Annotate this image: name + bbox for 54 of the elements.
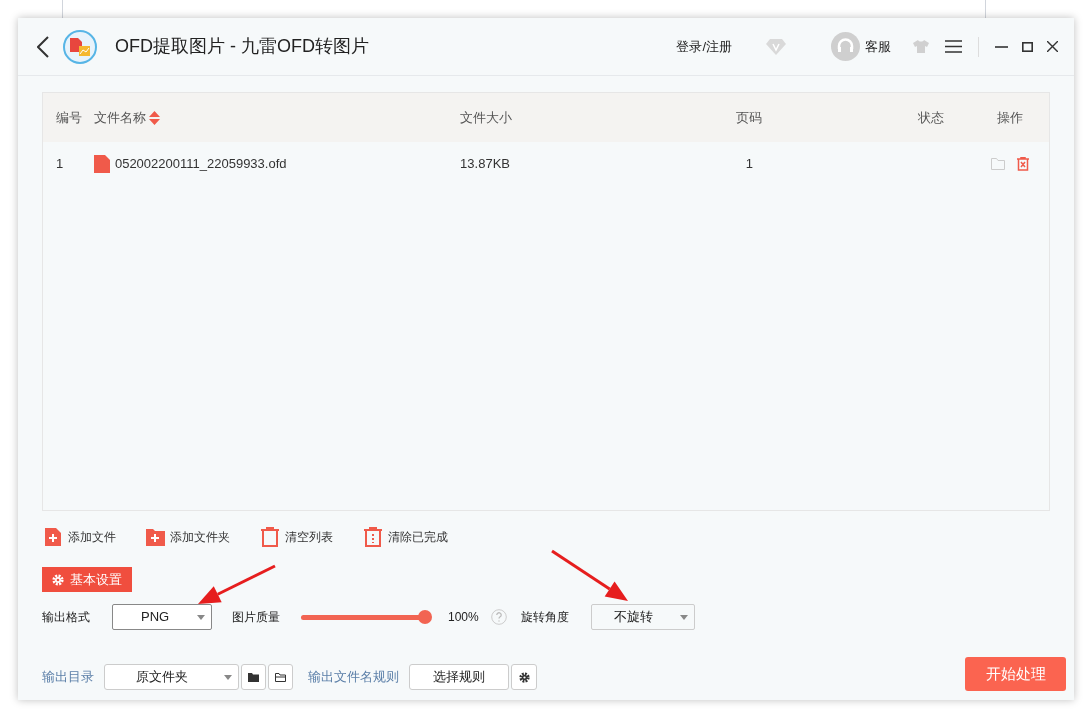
folder-icon <box>275 672 286 682</box>
folder-icon <box>248 672 259 682</box>
login-link[interactable]: 登录/注册 <box>676 36 732 57</box>
slider-thumb[interactable] <box>418 610 432 624</box>
table-row[interactable]: 1 052002200111_22059933.ofd 13.87KB 1 <box>43 142 1049 186</box>
app-logo-icon <box>63 29 97 64</box>
column-header: 编号 <box>56 108 82 127</box>
column-header: 状态 <box>918 108 945 127</box>
back-icon[interactable] <box>37 35 49 58</box>
menu-icon[interactable] <box>945 40 962 53</box>
output-dir-label: 输出目录 <box>42 668 95 687</box>
toolbar-button[interactable]: 清空列表 <box>260 527 333 547</box>
rotation-label: 旋转角度 <box>520 609 569 626</box>
quality-slider[interactable] <box>301 610 432 624</box>
row-number: 1 <box>56 156 64 172</box>
rule-settings-button[interactable] <box>511 664 537 690</box>
support-link[interactable]: 客服 <box>865 36 891 57</box>
caret-icon <box>197 614 205 620</box>
close-icon[interactable] <box>1047 41 1058 52</box>
sort-icon[interactable] <box>148 110 160 125</box>
column-header[interactable]: 文件名称 <box>93 107 146 128</box>
output-dir-dropdown[interactable]: 原文件夹 <box>104 664 239 690</box>
caret-icon <box>224 674 232 680</box>
trash-icon <box>260 527 280 547</box>
trash-dotted-icon <box>363 527 383 547</box>
file-name: 052002200111_22059933.ofd <box>114 155 287 174</box>
column-header: 操作 <box>997 108 1024 127</box>
column-header: 文件大小 <box>460 108 513 127</box>
file-icon <box>93 155 110 173</box>
page-count: 1 <box>745 156 754 172</box>
rotation-dropdown[interactable]: 不旋转 <box>590 604 695 630</box>
file-size: 13.87KB <box>460 156 510 172</box>
open-folder-button[interactable] <box>268 664 293 690</box>
column-header: 页码 <box>736 108 763 127</box>
caret-icon <box>679 614 688 620</box>
select-rule-button[interactable]: 选择规则 <box>409 664 509 690</box>
filename-rule-label: 输出文件名规则 <box>308 668 399 687</box>
toolbar-button[interactable]: 添加文件 <box>44 528 116 546</box>
delete-icon[interactable] <box>1017 157 1030 171</box>
gear-icon <box>52 573 64 586</box>
toolbar-button[interactable]: 添加文件夹 <box>146 528 230 546</box>
toolbar-button[interactable]: 清除已完成 <box>363 527 448 547</box>
minimize-icon[interactable] <box>995 45 1008 48</box>
add-file-icon <box>44 528 63 546</box>
browse-folder-button[interactable] <box>241 664 266 690</box>
format-label: 输出格式 <box>42 609 91 626</box>
quality-label: 图片质量 <box>232 609 280 626</box>
maximize-icon[interactable] <box>1022 41 1033 52</box>
add-folder-icon <box>146 528 165 546</box>
window-title: OFD提取图片 - 九雷OFD转图片 <box>115 35 369 58</box>
gear-icon <box>518 671 530 683</box>
format-dropdown[interactable]: PNG <box>112 604 212 630</box>
quality-reading: 100% <box>448 609 479 626</box>
basic-settings-tab[interactable]: 基本设置 <box>42 567 132 592</box>
